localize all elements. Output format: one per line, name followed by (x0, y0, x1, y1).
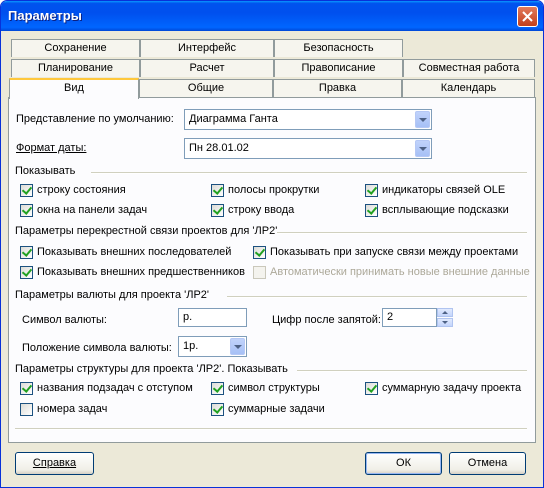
currency-symbol-value: р. (183, 311, 193, 323)
close-button[interactable] (517, 6, 538, 27)
date-format-value: Пн 28.01.02 (189, 142, 249, 154)
default-view-select[interactable]: Диаграмма Ганта (184, 109, 432, 130)
tab-calendar[interactable]: Календарь (402, 79, 535, 97)
close-icon (522, 11, 533, 22)
cancel-button[interactable]: Отмена (449, 452, 526, 475)
tab-calculation[interactable]: Расчет (140, 59, 274, 77)
show-section-title: Показывать (15, 165, 76, 177)
divider (277, 232, 527, 234)
show-links-on-open-label: Показывать при запуске связи между проек… (270, 246, 519, 258)
show-external-successors-label: Показывать внешних последователей (37, 246, 232, 258)
tab-spelling[interactable]: Правописание (274, 59, 403, 77)
currency-placement-label: Положение символа валюты: (22, 342, 172, 354)
decimal-digits-value: 2 (387, 311, 394, 323)
date-format-select[interactable]: Пн 28.01.02 (184, 138, 432, 159)
view-tab-panel: Представление по умолчанию: Диаграмма Га… (8, 97, 536, 443)
tab-save[interactable]: Сохранение (11, 39, 140, 57)
tab-interface[interactable]: Интерфейс (140, 39, 274, 57)
decimal-digits-spinner[interactable] (437, 308, 453, 327)
auto-accept-external-data-label: Автоматически принимать новые внешние да… (270, 266, 530, 278)
divider (15, 428, 527, 430)
help-button[interactable]: Справка (15, 452, 94, 475)
show-scrollbars-label: полосы прокрутки (228, 184, 320, 196)
default-view-label: Представление по умолчанию: (16, 113, 174, 125)
outline-section-title: Параметры структуры для проекта 'ЛР2'. П… (15, 363, 288, 375)
chevron-down-icon[interactable] (415, 140, 430, 157)
spin-up-icon[interactable] (437, 308, 453, 317)
tab-general[interactable]: Общие (139, 79, 273, 97)
decimal-digits-label: Цифр после запятой: (272, 314, 381, 326)
tab-edit[interactable]: Правка (273, 79, 402, 97)
outline-symbol-label: символ структуры (228, 382, 320, 394)
default-view-value: Диаграмма Ганта (189, 113, 278, 125)
currency-symbol-label: Символ валюты: (22, 314, 107, 326)
show-external-predecessors-label: Показывать внешних предшественников (37, 266, 245, 278)
title-bar[interactable]: Параметры (1, 1, 543, 31)
tab-collaborate[interactable]: Совместная работа (403, 59, 535, 77)
show-tooltips-label: всплывающие подсказки (382, 204, 509, 216)
currency-section-title: Параметры валюты для проекта 'ЛР2' (15, 289, 210, 301)
divider (91, 172, 527, 174)
tab-planning[interactable]: Планирование (11, 59, 140, 77)
outline-number-label: номера задач (37, 403, 108, 415)
divider (297, 370, 527, 372)
chevron-down-icon[interactable] (230, 338, 245, 355)
show-entry-bar-label: строку ввода (228, 204, 295, 216)
date-format-label: Формат даты: (16, 142, 87, 154)
project-summary-task-label: суммарную задачу проекта (382, 382, 522, 394)
currency-placement-value: 1р. (183, 340, 199, 352)
summary-tasks-label: суммарные задачи (228, 403, 325, 415)
window-title: Параметры (8, 8, 82, 23)
indent-name-label: названия подзадач с отступом (37, 382, 193, 394)
divider (227, 296, 527, 298)
show-ole-links-label: индикаторы связей OLE (382, 184, 506, 196)
tab-view[interactable]: Вид (9, 78, 139, 99)
tab-security[interactable]: Безопасность (274, 39, 403, 57)
currency-placement-select[interactable]: 1р. (178, 336, 247, 357)
spin-down-icon[interactable] (437, 318, 453, 327)
chevron-down-icon[interactable] (415, 111, 430, 128)
options-dialog: Параметры Сохранение Интерфейс Безопасно… (0, 0, 544, 488)
currency-symbol-input[interactable]: р. (178, 308, 247, 327)
show-windows-taskbar-label: окна на панели задач (37, 204, 148, 216)
crossproject-section-title: Параметры перекрестной связи проектов дл… (15, 225, 278, 237)
show-status-bar-label: строку состояния (37, 184, 126, 196)
ok-button[interactable]: ОК (365, 452, 442, 475)
decimal-digits-input[interactable]: 2 (382, 308, 437, 327)
